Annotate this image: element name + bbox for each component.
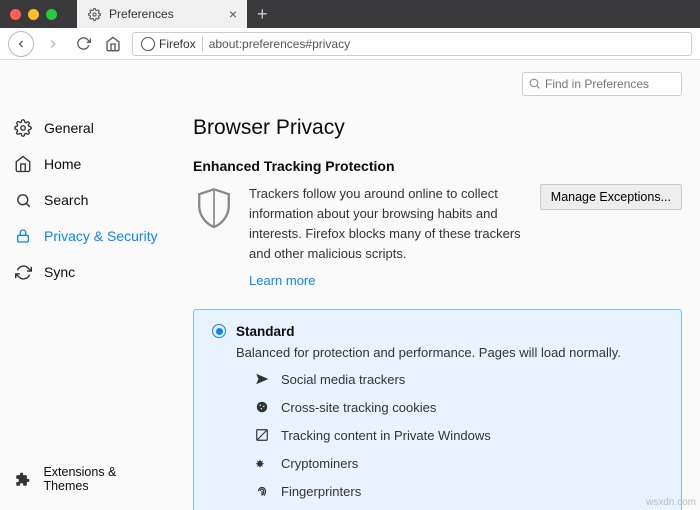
- social-tracker-icon: [254, 372, 269, 387]
- tab-close-button[interactable]: ×: [229, 6, 237, 22]
- cookie-icon: [254, 400, 269, 415]
- window-controls: [0, 9, 77, 20]
- standard-description: Balanced for protection and performance.…: [236, 345, 663, 360]
- find-in-preferences: [522, 72, 682, 96]
- url-text: about:preferences#privacy: [209, 37, 350, 51]
- sidebar-item-label: Home: [44, 156, 81, 172]
- sidebar-item-extensions[interactable]: Extensions & Themes: [0, 456, 175, 502]
- sidebar-item-label: Privacy & Security: [44, 228, 158, 244]
- forward-button[interactable]: [42, 33, 64, 55]
- tracker-label: Tracking content in Private Windows: [281, 428, 491, 443]
- section-title: Enhanced Tracking Protection: [193, 158, 682, 174]
- etp-header-row: Trackers follow you around online to col…: [193, 184, 682, 291]
- tracker-fingerprinters: Fingerprinters: [254, 484, 663, 499]
- home-icon: [14, 155, 32, 173]
- sidebar-item-label: Extensions & Themes: [43, 465, 161, 493]
- sidebar-item-label: General: [44, 120, 94, 136]
- search-icon: [528, 77, 541, 90]
- url-separator: [202, 36, 203, 52]
- fingerprinter-icon: [254, 484, 269, 499]
- back-button[interactable]: [8, 31, 34, 57]
- lock-icon: [14, 227, 32, 245]
- sidebar-item-search[interactable]: Search: [0, 182, 175, 218]
- window-zoom[interactable]: [46, 9, 57, 20]
- tracker-label: Fingerprinters: [281, 484, 361, 499]
- tracker-list: Social media trackers Cross-site trackin…: [254, 372, 663, 499]
- identity-box[interactable]: Firefox: [141, 37, 196, 51]
- tracker-label: Cryptominers: [281, 456, 358, 471]
- shield-icon: [193, 184, 235, 232]
- tracker-content: Tracking content in Private Windows: [254, 428, 663, 443]
- sidebar-item-label: Sync: [44, 264, 75, 280]
- window-minimize[interactable]: [28, 9, 39, 20]
- gear-icon: [87, 7, 101, 21]
- window-close[interactable]: [10, 9, 21, 20]
- sync-icon: [14, 263, 32, 281]
- tracking-content-icon: [254, 428, 269, 443]
- find-in-preferences-input[interactable]: [522, 72, 682, 96]
- etp-description-block: Trackers follow you around online to col…: [249, 184, 526, 291]
- watermark: wsxdn.com: [646, 497, 696, 508]
- cryptominer-icon: [254, 456, 269, 471]
- nav-toolbar: Firefox about:preferences#privacy: [0, 28, 700, 60]
- standard-label: Standard: [236, 324, 295, 339]
- etp-description: Trackers follow you around online to col…: [249, 186, 521, 261]
- preferences-main: Browser Privacy Enhanced Tracking Protec…: [175, 60, 700, 510]
- reload-button[interactable]: [72, 33, 94, 55]
- tracker-label: Social media trackers: [281, 372, 405, 387]
- radio-selected[interactable]: [212, 324, 226, 338]
- sidebar-item-general[interactable]: General: [0, 110, 175, 146]
- identity-label: Firefox: [159, 37, 196, 51]
- protection-level-standard[interactable]: Standard Balanced for protection and per…: [193, 309, 682, 510]
- sidebar-item-home[interactable]: Home: [0, 146, 175, 182]
- tracker-social: Social media trackers: [254, 372, 663, 387]
- preferences-content: General Home Search Privacy & Security S…: [0, 60, 700, 510]
- home-button[interactable]: [102, 33, 124, 55]
- window-titlebar: Preferences × +: [0, 0, 700, 28]
- preferences-sidebar: General Home Search Privacy & Security S…: [0, 60, 175, 510]
- tracker-label: Cross-site tracking cookies: [281, 400, 436, 415]
- firefox-icon: [141, 37, 155, 51]
- tab-title: Preferences: [109, 7, 221, 21]
- tracker-cryptominers: Cryptominers: [254, 456, 663, 471]
- sidebar-item-privacy[interactable]: Privacy & Security: [0, 218, 175, 254]
- puzzle-icon: [14, 470, 31, 488]
- browser-tab-preferences[interactable]: Preferences ×: [77, 0, 247, 28]
- url-bar[interactable]: Firefox about:preferences#privacy: [132, 32, 692, 56]
- search-icon: [14, 191, 32, 209]
- learn-more-link[interactable]: Learn more: [249, 271, 315, 291]
- sidebar-item-sync[interactable]: Sync: [0, 254, 175, 290]
- gear-icon: [14, 119, 32, 137]
- new-tab-button[interactable]: +: [247, 4, 278, 25]
- manage-exceptions-button[interactable]: Manage Exceptions...: [540, 184, 682, 210]
- sidebar-item-label: Search: [44, 192, 88, 208]
- page-title: Browser Privacy: [193, 116, 682, 140]
- tracker-cookies: Cross-site tracking cookies: [254, 400, 663, 415]
- standard-radio-row[interactable]: Standard: [212, 324, 663, 339]
